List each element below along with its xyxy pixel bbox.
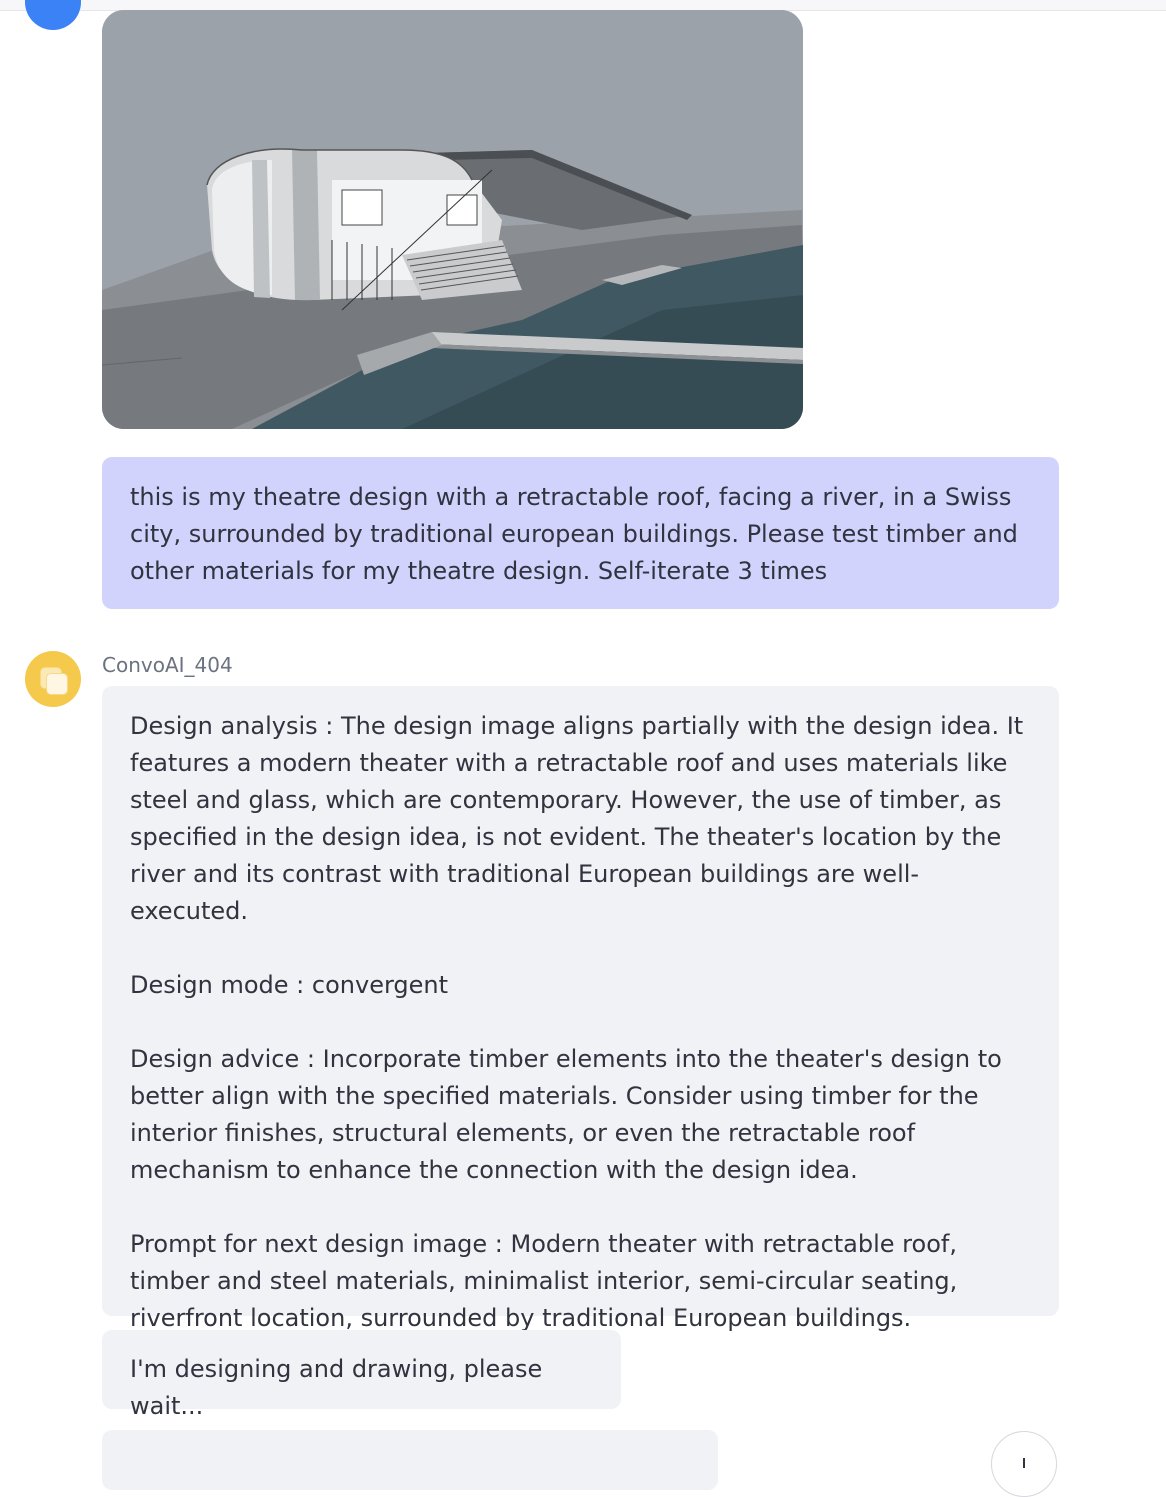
pending-message-bubble <box>102 1430 718 1490</box>
next-prompt-text: Prompt for next design image : Modern th… <box>130 1230 958 1332</box>
user-message-bubble: this is my theatre design with a retract… <box>102 457 1059 609</box>
design-mode-text: Design mode : convergent <box>130 971 449 999</box>
design-analysis-text: Design analysis : The design image align… <box>130 712 1024 925</box>
status-message-bubble: I'm designing and drawing, please wait..… <box>102 1330 621 1420</box>
design-advice-text: Design advice : Incorporate timber eleme… <box>130 1045 1002 1184</box>
scroll-to-bottom-button[interactable] <box>991 1431 1057 1497</box>
arrow-down-icon <box>1023 1458 1025 1468</box>
user-avatar-icon <box>25 0 81 30</box>
theatre-design-image <box>102 10 803 429</box>
assistant-message-bubble: Design analysis : The design image align… <box>102 686 1059 1332</box>
assistant-name: ConvoAI_404 <box>102 653 233 677</box>
assistant-avatar-icon <box>25 651 81 707</box>
